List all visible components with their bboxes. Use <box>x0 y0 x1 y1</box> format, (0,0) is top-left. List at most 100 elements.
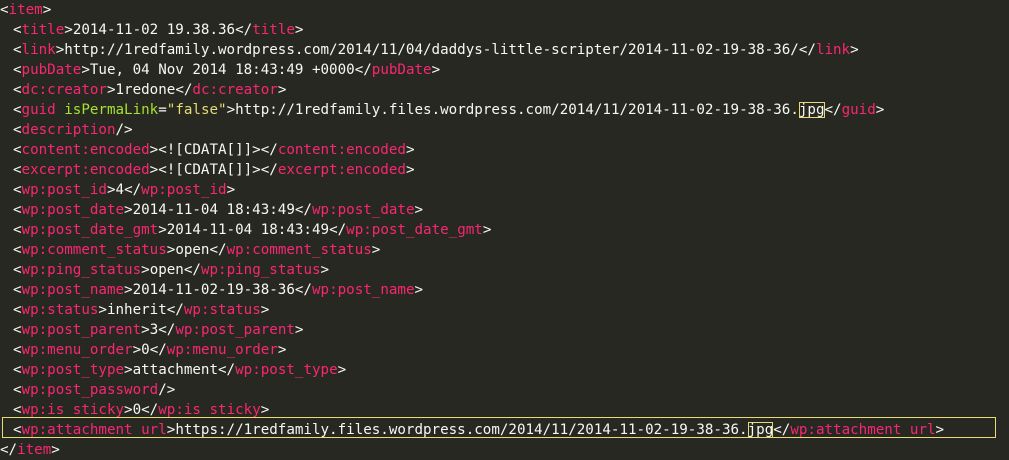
close-bracket: > <box>124 402 133 418</box>
tag-name: wp:status <box>183 302 261 318</box>
code-line[interactable]: <wp:post_type>attachment</wp:post_type> <box>0 360 1009 380</box>
element-value: <![CDATA[]]> <box>158 162 261 178</box>
close-bracket: > <box>158 222 167 238</box>
code-line[interactable]: <wp:post_parent>3</wp:post_parent> <box>0 320 1009 340</box>
element-value: open <box>175 242 210 258</box>
tag-name: wp:post_type <box>21 362 125 378</box>
open-bracket: < <box>13 62 22 78</box>
code-line[interactable]: </item> <box>0 440 1009 460</box>
code-line[interactable]: <wp:menu_order>0</wp:menu_order> <box>0 340 1009 360</box>
element-value: 0 <box>141 342 150 358</box>
code-line[interactable]: <pubDate>Tue, 04 Nov 2014 18:43:49 +0000… <box>0 60 1009 80</box>
close-bracket: > <box>260 402 270 418</box>
open-bracket: < <box>0 2 9 18</box>
equals: = <box>158 102 167 118</box>
code-line[interactable]: <excerpt:encoded><![CDATA[]]></excerpt:e… <box>0 160 1009 180</box>
close-bracket: > <box>294 22 304 38</box>
open-bracket: < <box>13 142 22 158</box>
open-bracket: </ <box>260 162 278 178</box>
find-match-highlight: jpg <box>747 422 774 438</box>
close-bracket: > <box>935 422 945 438</box>
open-bracket: < <box>13 82 22 98</box>
tag-name: excerpt:encoded <box>277 162 406 178</box>
code-line[interactable]: <wp:post_id>4</wp:post_id> <box>0 180 1009 200</box>
close-bracket: > <box>132 342 142 358</box>
code-line[interactable]: <wp:post_date_gmt>2014-11-04 18:43:49</w… <box>0 220 1009 240</box>
code-line[interactable]: <wp:status>inherit</wp:status> <box>0 300 1009 320</box>
tag-name: link <box>815 42 851 58</box>
open-bracket: </ <box>218 362 236 378</box>
open-bracket: < <box>13 262 22 278</box>
open-bracket: </ <box>0 442 18 458</box>
tag-name: content:encoded <box>277 142 406 158</box>
element-value: 2014-11-04 18:43:49 <box>166 222 330 238</box>
find-match-highlight: jpg <box>798 102 825 118</box>
close-bracket: > <box>81 62 90 78</box>
open-bracket: </ <box>124 182 142 198</box>
code-line[interactable]: <title>2014-11-02 19.38.36</title> <box>0 20 1009 40</box>
element-value: http://1redfamily.wordpress.com/2014/11/… <box>64 42 799 58</box>
open-bracket: < <box>13 402 22 418</box>
tag-name: title <box>21 22 65 38</box>
open-bracket: </ <box>798 42 816 58</box>
close-bracket: /> <box>158 382 176 398</box>
close-bracket: > <box>850 42 859 58</box>
code-editor[interactable]: <item> <title>2014-11-02 19.38.36</title>… <box>0 0 1009 460</box>
tag-name: dc:creator <box>192 82 278 98</box>
code-line[interactable]: <dc:creator>1redone</dc:creator> <box>0 80 1009 100</box>
close-bracket: > <box>226 182 236 198</box>
tag-name: wp:status <box>21 302 99 318</box>
open-bracket: </ <box>235 22 253 38</box>
code-line[interactable]: <wp:post_date>2014-11-04 18:43:49</wp:po… <box>0 200 1009 220</box>
close-bracket: > <box>124 362 133 378</box>
tag-name: wp:ping_status <box>200 262 321 278</box>
open-bracket: < <box>13 302 22 318</box>
close-bracket: > <box>141 322 150 338</box>
open-bracket: </ <box>773 422 791 438</box>
tag-name: wp:menu_order <box>166 342 278 358</box>
element-value: 0 <box>132 402 142 418</box>
element-value: 2014-11-02 19.38.36 <box>72 22 236 38</box>
element-value: inherit <box>106 302 167 318</box>
close-bracket: > <box>320 262 330 278</box>
close-bracket: > <box>226 102 236 118</box>
code-line[interactable]: <wp:post_password/> <box>0 380 1009 400</box>
element-value: 2014-11-04 18:43:49 <box>132 202 295 218</box>
open-bracket: < <box>13 382 22 398</box>
close-bracket: /> <box>115 122 133 138</box>
code-line[interactable]: <wp:is_sticky>0</wp:is_sticky> <box>0 400 1009 420</box>
close-bracket: > <box>124 282 133 298</box>
open-bracket: </ <box>294 202 312 218</box>
close-bracket: > <box>414 202 424 218</box>
close-bracket: > <box>294 322 304 338</box>
open-bracket: </ <box>294 282 312 298</box>
tag-name: description <box>21 122 116 138</box>
code-line[interactable]: <wp:ping_status>open</wp:ping_status> <box>0 260 1009 280</box>
current-line-highlighted[interactable]: <wp:attachment_url>https://1redfamily.fi… <box>0 420 1009 440</box>
open-bracket: < <box>13 422 22 438</box>
attribute-value: "false" <box>166 102 227 118</box>
open-bracket: < <box>13 222 22 238</box>
open-bracket: < <box>13 282 22 298</box>
close-bracket: > <box>64 22 73 38</box>
open-bracket: < <box>13 322 22 338</box>
code-line[interactable]: <content:encoded><![CDATA[]]></content:e… <box>0 140 1009 160</box>
code-line[interactable]: <wp:post_name>2014-11-02-19-38-36</wp:po… <box>0 280 1009 300</box>
tag-name: wp:ping_status <box>21 262 142 278</box>
code-line[interactable]: <wp:comment_status>open</wp:comment_stat… <box>0 240 1009 260</box>
tag-name: guid <box>841 102 876 118</box>
tag-name: wp:menu_order <box>21 342 133 358</box>
open-bracket: < <box>13 342 22 358</box>
tag-name: wp:is_sticky <box>158 402 261 418</box>
code-line[interactable]: <link>http://1redfamily.wordpress.com/20… <box>0 40 1009 60</box>
tag-name: link <box>21 42 56 58</box>
element-value: attachment <box>132 362 219 378</box>
open-bracket: < <box>13 42 22 58</box>
code-line[interactable]: <description/> <box>0 120 1009 140</box>
close-bracket: > <box>42 2 52 18</box>
code-line[interactable]: <item> <box>0 0 1009 20</box>
tag-name: wp:post_id <box>21 182 107 198</box>
open-bracket: </ <box>183 262 201 278</box>
code-line[interactable]: <guid isPermaLink="false">http://1redfam… <box>0 100 1009 120</box>
element-value: 2014-11-02-19-38-36 <box>132 282 295 298</box>
